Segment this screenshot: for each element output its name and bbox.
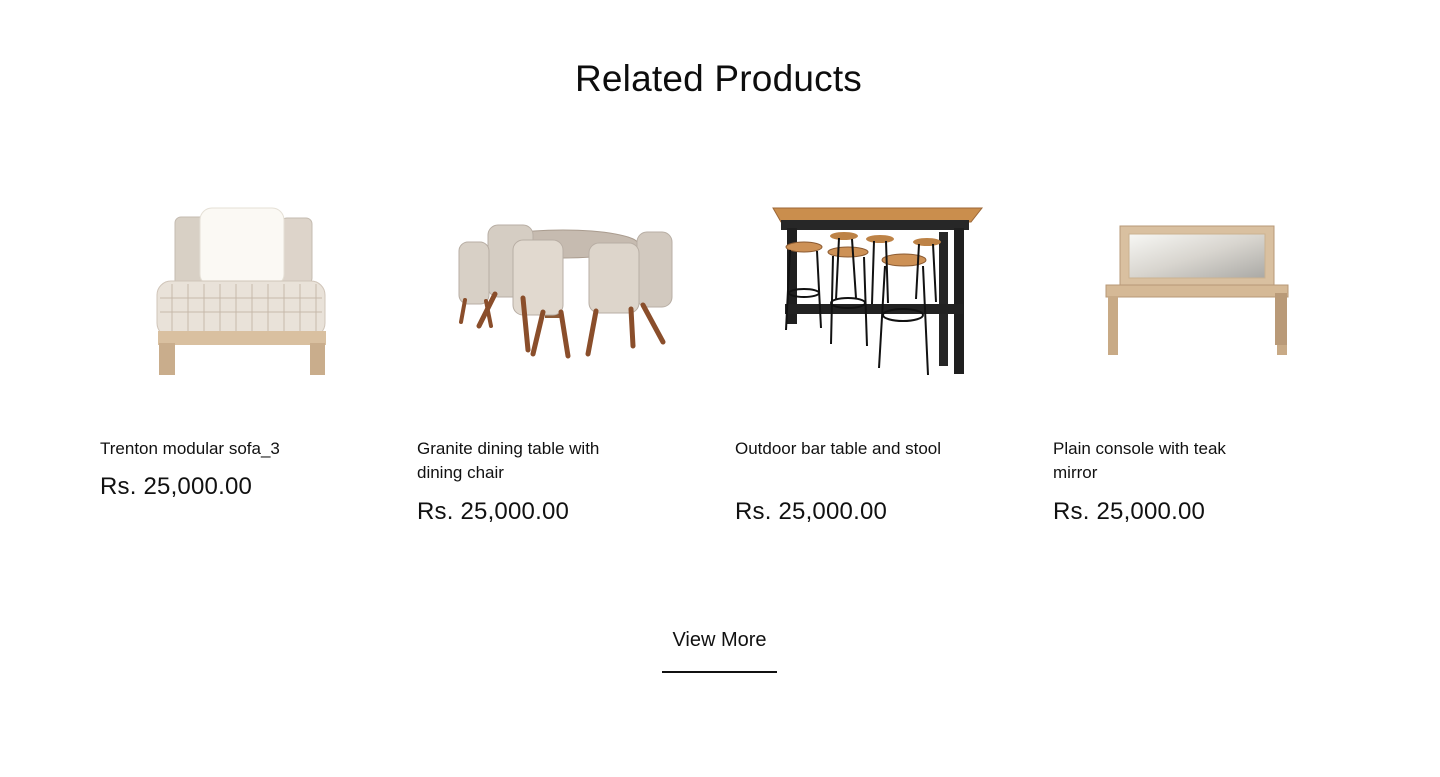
- product-card-bar-table[interactable]: Outdoor bar table and stool Rs. 25,000.0…: [735, 180, 1005, 540]
- product-card-dining-table[interactable]: Granite dining table with dining chair R…: [417, 180, 687, 540]
- product-name[interactable]: Outdoor bar table and stool: [735, 437, 945, 461]
- modular-sofa-image[interactable]: [100, 180, 370, 400]
- product-price: Rs. 25,000.00: [417, 498, 570, 525]
- product-card-console-mirror[interactable]: Plain console with teak mirror Rs. 25,00…: [1053, 180, 1323, 540]
- dining-set-image[interactable]: [417, 180, 687, 400]
- product-name[interactable]: Granite dining table with dining chair: [417, 437, 627, 485]
- console-mirror-image[interactable]: [1053, 180, 1323, 400]
- section-title: Related Products: [574, 58, 863, 99]
- product-name[interactable]: Trenton modular sofa_3: [100, 437, 310, 461]
- product-price: Rs. 25,000.00: [735, 498, 888, 525]
- product-price: Rs. 25,000.00: [100, 473, 253, 500]
- related-products-grid: Trenton modular sofa_3 Rs. 25,000.00 Gra…: [100, 180, 1370, 540]
- product-card-trenton-sofa[interactable]: Trenton modular sofa_3 Rs. 25,000.00: [100, 180, 370, 540]
- view-more-button[interactable]: View More: [662, 626, 777, 673]
- product-price: Rs. 25,000.00: [1053, 498, 1206, 525]
- product-name[interactable]: Plain console with teak mirror: [1053, 437, 1263, 485]
- bar-table-image[interactable]: [735, 180, 1005, 400]
